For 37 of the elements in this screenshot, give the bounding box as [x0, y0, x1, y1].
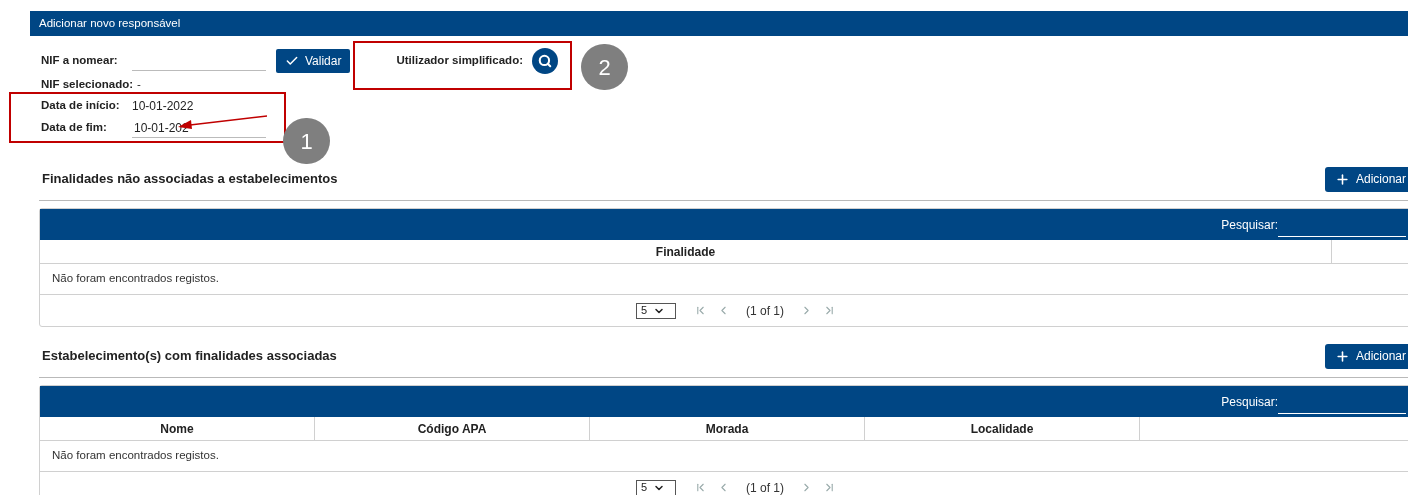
- field-value: -: [137, 77, 141, 93]
- last-page-icon[interactable]: [823, 304, 836, 317]
- page-indicator: (1 of 1): [746, 302, 784, 320]
- validate-button[interactable]: Validar: [276, 49, 351, 73]
- last-page-icon[interactable]: [823, 481, 836, 494]
- first-page-icon[interactable]: [694, 304, 707, 317]
- field-label: NIF selecionado:: [41, 77, 134, 93]
- column-header[interactable]: Nome: [40, 417, 315, 440]
- first-page-icon[interactable]: [694, 481, 707, 494]
- search-button[interactable]: [532, 48, 558, 74]
- add-button[interactable]: Adicionar: [1324, 166, 1408, 192]
- plus-icon: [1334, 171, 1350, 187]
- field-label: Utilizador simplificado:: [396, 53, 523, 69]
- callout-number: 2: [581, 44, 628, 90]
- search-label: Pesquisar:: [1221, 393, 1278, 411]
- field-label: Data de fim:: [41, 120, 108, 136]
- page-indicator: (1 of 1): [746, 479, 784, 495]
- plus-icon: [1334, 348, 1350, 364]
- empty-message: Não foram encontrados registos.: [52, 271, 219, 287]
- field-label: Data de início:: [41, 98, 121, 114]
- check-icon: [285, 54, 299, 68]
- column-header[interactable]: Morada: [590, 417, 865, 440]
- panel-title: Adicionar novo responsável: [39, 15, 181, 31]
- page-size-select[interactable]: 5: [636, 479, 676, 495]
- callout-number: 1: [283, 118, 330, 164]
- search-icon: [538, 54, 552, 68]
- column-header[interactable]: Código APA: [315, 417, 590, 440]
- section-title: Estabelecimento(s) com finalidades associadas: [42, 347, 337, 366]
- add-button[interactable]: Adicionar: [1324, 343, 1408, 369]
- empty-message: Não foram encontrados registos.: [52, 448, 219, 464]
- page-size-select[interactable]: 5: [636, 302, 676, 319]
- field-label: NIF a nomear:: [41, 53, 119, 69]
- search-label: Pesquisar:: [1221, 216, 1278, 234]
- field-value: 10-01-2022: [132, 98, 194, 115]
- column-header[interactable]: Localidade: [865, 417, 1140, 440]
- column-header[interactable]: Finalidade: [40, 240, 1332, 263]
- section-title: Finalidades não associadas a estabelecimentos: [42, 170, 338, 189]
